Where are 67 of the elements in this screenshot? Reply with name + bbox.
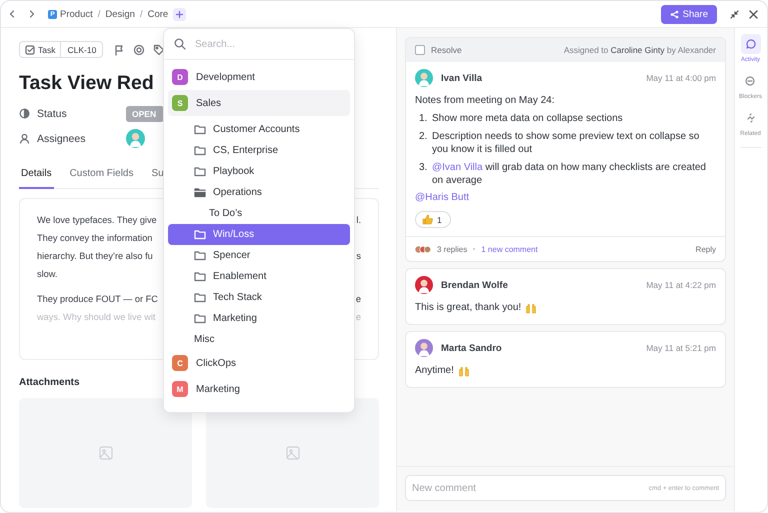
timestamp: May 11 at 5:21 pm [646,343,716,353]
task-type-label: Task [38,44,56,54]
replies-count: 3 replies [437,244,468,254]
menu-item[interactable]: Tech Stack [168,287,350,308]
author-name: Ivan Villa [441,72,484,84]
description-text: slow. [37,268,58,281]
description-text: s [356,250,361,263]
author-name: Marta Sandro [441,342,503,354]
tab[interactable]: Su [149,168,166,189]
field-label: Status [37,108,67,120]
breadcrumb-separator: / [140,8,143,20]
author-name: Brendan Wolfe [441,280,509,290]
comment-text: This is great, thank you! [415,301,522,315]
menu-item[interactable]: M Marketing [168,376,350,402]
description-text: hierarchy. But they’re also fu [37,250,153,263]
share-button[interactable]: Share [660,4,717,24]
breadcrumb-link[interactable]: Design [105,8,135,20]
space-badge: M [172,381,188,397]
tab[interactable]: Details [19,168,54,189]
tab[interactable]: Custom Fields [68,168,136,189]
menu-item[interactable]: Win/Loss [168,224,350,245]
menu-item[interactable]: D Development [168,64,350,90]
menu-item[interactable]: Marketing [168,308,350,329]
task-title: Task View Red [19,71,154,96]
menu-item[interactable]: Spencer [168,245,350,266]
menu-item[interactable]: To Do’s [168,203,350,224]
mention-link[interactable]: @Haris Butt [415,192,716,203]
breadcrumb-link[interactable]: Core [148,8,168,20]
description-text: We love typefaces. They give [37,214,157,227]
field-label: Assignees [37,132,86,144]
description-text: e [356,293,361,306]
timestamp: May 11 at 4:22 pm [646,280,716,290]
menu-item[interactable]: S Sales [168,90,350,116]
menu-item[interactable]: C ClickOps [168,350,350,376]
new-comment-link[interactable]: 1 new comment [481,244,538,254]
menu-item[interactable]: Enablement [168,266,350,287]
comment-text: Anytime! [415,364,454,378]
section-heading: Attachments [19,377,81,388]
menu-item[interactable]: Operations [168,182,350,203]
space-badge: D [172,69,188,85]
breadcrumb-separator: / [98,8,100,20]
task-id: CLK-10 [66,44,98,54]
resolve-checkbox[interactable]: Resolve [415,45,462,55]
reaction-chip[interactable]: 1 [415,211,451,228]
comment-text: @Ivan Villa will grab data on how many checklists are created on average [432,161,707,187]
description-text: They convey the information [37,232,152,245]
description-text: l. [356,214,361,227]
assignment-text: Assigned to Caroline Ginty by Alexander [564,45,716,55]
timestamp: May 11 at 4:00 pm [646,73,716,83]
description-text: They produce FOUT — or FC [37,293,158,306]
reply-button[interactable]: Reply [696,244,716,254]
mention-link[interactable]: @Ivan Villa [432,162,483,173]
comment-text: Description needs to show some preview text on collapse so you know it is filled out [432,130,700,156]
comment-field[interactable]: New comment [412,482,592,494]
comment-text: Notes from meeting on May 24: [415,94,556,108]
description-text: e [356,311,361,324]
menu-item[interactable]: Playbook [168,161,350,182]
space-badge: C [172,355,188,371]
comment-text: Show more meta data on collapse sections [432,112,623,125]
list-number: 2. [419,130,428,144]
menu-item[interactable]: Misc [168,329,350,350]
menu-item[interactable]: CS, Enterprise [168,140,350,161]
menu-item[interactable]: Customer Accounts [168,119,350,140]
list-number: 3. [419,161,428,175]
description-text: ways. Why should we live wit [37,311,156,324]
space-badge: S [172,95,188,111]
list-number: 1. [419,112,428,125]
